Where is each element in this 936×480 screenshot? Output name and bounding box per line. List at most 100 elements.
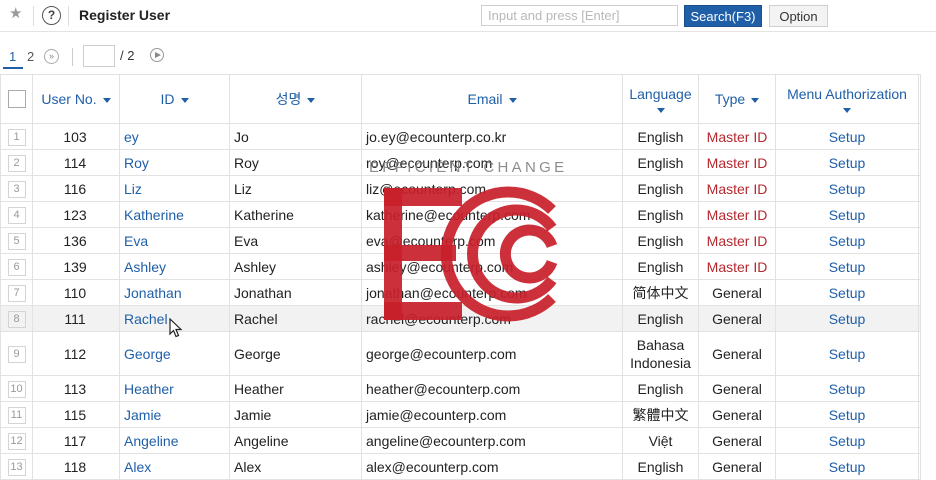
star-icon[interactable]: ★ <box>9 6 25 22</box>
user-id-link[interactable]: Jonathan <box>119 279 230 306</box>
menu-authorization-setup-link[interactable]: Setup <box>775 227 919 254</box>
user-id-link[interactable]: Rachel <box>119 305 230 332</box>
row-number-cell[interactable]: 1 <box>0 123 33 150</box>
overflow-cell <box>918 427 921 454</box>
user-name-cell: George <box>229 331 362 376</box>
user-id-link[interactable]: Katherine <box>119 201 230 228</box>
user-id-link[interactable]: Heather <box>119 375 230 402</box>
page-number-input[interactable] <box>83 45 115 67</box>
row-number: 11 <box>7 407 26 424</box>
overflow-cell <box>918 331 921 376</box>
menu-authorization-setup-link[interactable]: Setup <box>775 305 919 332</box>
row-number-cell[interactable]: 11 <box>0 401 33 428</box>
user-id-link[interactable]: Ashley <box>119 253 230 280</box>
table-row[interactable]: 11 115 Jamie Jamie jamie@ecounterp.com 繁體中文 Ge… <box>0 401 921 428</box>
column-header-email[interactable]: Email <box>361 74 623 124</box>
table-row[interactable]: 2 114 Roy Roy roy@ecounterp.com English Master… <box>0 149 921 176</box>
overflow-cell <box>918 123 921 150</box>
menu-authorization-setup-link[interactable]: Setup <box>775 375 919 402</box>
user-id-link[interactable]: Eva <box>119 227 230 254</box>
table-header-row: User No. ID 성명 Email Language Type Menu … <box>0 74 921 124</box>
table-row[interactable]: 9 112 George George george@ecounterp.com Baha… <box>0 331 921 376</box>
menu-authorization-setup-link[interactable]: Setup <box>775 427 919 454</box>
row-number-cell[interactable]: 8 <box>0 305 33 332</box>
column-header-user-no[interactable]: User No. <box>32 74 120 124</box>
user-type-cell: Master ID <box>698 175 776 202</box>
user-no-cell: 112 <box>32 331 120 376</box>
menu-authorization-setup-link[interactable]: Setup <box>775 123 919 150</box>
overflow-cell <box>918 401 921 428</box>
table-row[interactable]: 8 111 Rachel Rachel rachel@ecounterp.com Engl… <box>0 305 921 332</box>
sort-caret-icon <box>751 97 760 103</box>
column-header-id[interactable]: ID <box>119 74 230 124</box>
table-row[interactable]: 3 116 Liz Liz liz@ecounterp.com English Master… <box>0 175 921 202</box>
page-link-2[interactable]: 2 <box>27 49 34 64</box>
row-number-cell[interactable]: 6 <box>0 253 33 280</box>
row-number-cell[interactable]: 3 <box>0 175 33 202</box>
menu-authorization-setup-link[interactable]: Setup <box>775 331 919 376</box>
column-label: Type <box>714 91 746 107</box>
table-row[interactable]: 13 118 Alex Alex alex@ecounterp.com English Ge… <box>0 453 921 480</box>
user-no-cell: 117 <box>32 427 120 454</box>
select-all-checkbox[interactable] <box>7 90 26 109</box>
sort-caret-icon <box>180 97 189 103</box>
table-row[interactable]: 7 110 Jonathan Jonathan jonathan@ecounterp.c… <box>0 279 921 306</box>
menu-authorization-setup-link[interactable]: Setup <box>775 279 919 306</box>
user-id-link[interactable]: Alex <box>119 453 230 480</box>
row-number-cell[interactable]: 10 <box>0 375 33 402</box>
page-link-1[interactable]: 1 <box>9 49 16 64</box>
user-id-link[interactable]: ey <box>119 123 230 150</box>
column-label: User No. <box>41 91 97 107</box>
column-header-language[interactable]: Language <box>622 74 699 124</box>
row-number-cell[interactable]: 7 <box>0 279 33 306</box>
column-label: ID <box>160 91 175 107</box>
row-number-cell[interactable]: 5 <box>0 227 33 254</box>
search-input[interactable] <box>481 5 678 26</box>
user-id-link[interactable]: Angeline <box>119 427 230 454</box>
row-number: 3 <box>7 181 26 198</box>
overflow-cell <box>918 227 921 254</box>
user-id-link[interactable]: Liz <box>119 175 230 202</box>
table-row[interactable]: 6 139 Ashley Ashley ashley@ecounterp.com Engl… <box>0 253 921 280</box>
email-cell: george@ecounterp.com <box>361 331 623 376</box>
row-number-cell[interactable]: 2 <box>0 149 33 176</box>
table-row[interactable]: 4 123 Katherine Katherine katherine@ecounter… <box>0 201 921 228</box>
column-header-type[interactable]: Type <box>698 74 776 124</box>
user-no-cell: 114 <box>32 149 120 176</box>
user-id-link[interactable]: Roy <box>119 149 230 176</box>
user-type-cell: Master ID <box>698 253 776 280</box>
table-row[interactable]: 1 103 ey Jo jo.ey@ecounterp.co.kr English Mast… <box>0 123 921 150</box>
column-label: Email <box>467 91 503 107</box>
menu-authorization-setup-link[interactable]: Setup <box>775 175 919 202</box>
table-row[interactable]: 10 113 Heather Heather heather@ecounterp.com… <box>0 375 921 402</box>
menu-authorization-setup-link[interactable]: Setup <box>775 149 919 176</box>
user-id-link[interactable]: George <box>119 331 230 376</box>
row-number-cell[interactable]: 12 <box>0 427 33 454</box>
help-icon[interactable]: ? <box>42 6 61 25</box>
column-label: Language <box>629 85 692 102</box>
column-header-menu-authorization[interactable]: Menu Authorization <box>775 74 919 124</box>
email-cell: eva@ecounterp.com <box>361 227 623 254</box>
pagination: 1 2 » / 2 <box>0 44 936 70</box>
user-name-cell: Katherine <box>229 201 362 228</box>
email-cell: ashley@ecounterp.com <box>361 253 623 280</box>
table-row[interactable]: 12 117 Angeline Angeline angeline@ecounterp.… <box>0 427 921 454</box>
table-row[interactable]: 5 136 Eva Eva eva@ecounterp.com English Master… <box>0 227 921 254</box>
column-header-name[interactable]: 성명 <box>229 74 362 124</box>
menu-authorization-setup-link[interactable]: Setup <box>775 401 919 428</box>
option-button[interactable]: Option <box>769 5 828 27</box>
language-cell: Việt <box>622 427 699 454</box>
menu-authorization-setup-link[interactable]: Setup <box>775 201 919 228</box>
menu-authorization-setup-link[interactable]: Setup <box>775 253 919 280</box>
next-page-icon[interactable] <box>150 48 164 62</box>
menu-authorization-setup-link[interactable]: Setup <box>775 453 919 480</box>
language-cell: English <box>622 227 699 254</box>
row-number-cell[interactable]: 13 <box>0 453 33 480</box>
search-button[interactable]: Search(F3) <box>684 5 762 27</box>
overflow-cell <box>918 149 921 176</box>
user-id-link[interactable]: Jamie <box>119 401 230 428</box>
last-page-icon[interactable]: » <box>44 49 59 64</box>
row-number-cell[interactable]: 4 <box>0 201 33 228</box>
row-number-cell[interactable]: 9 <box>0 331 33 376</box>
overflow-cell <box>918 201 921 228</box>
